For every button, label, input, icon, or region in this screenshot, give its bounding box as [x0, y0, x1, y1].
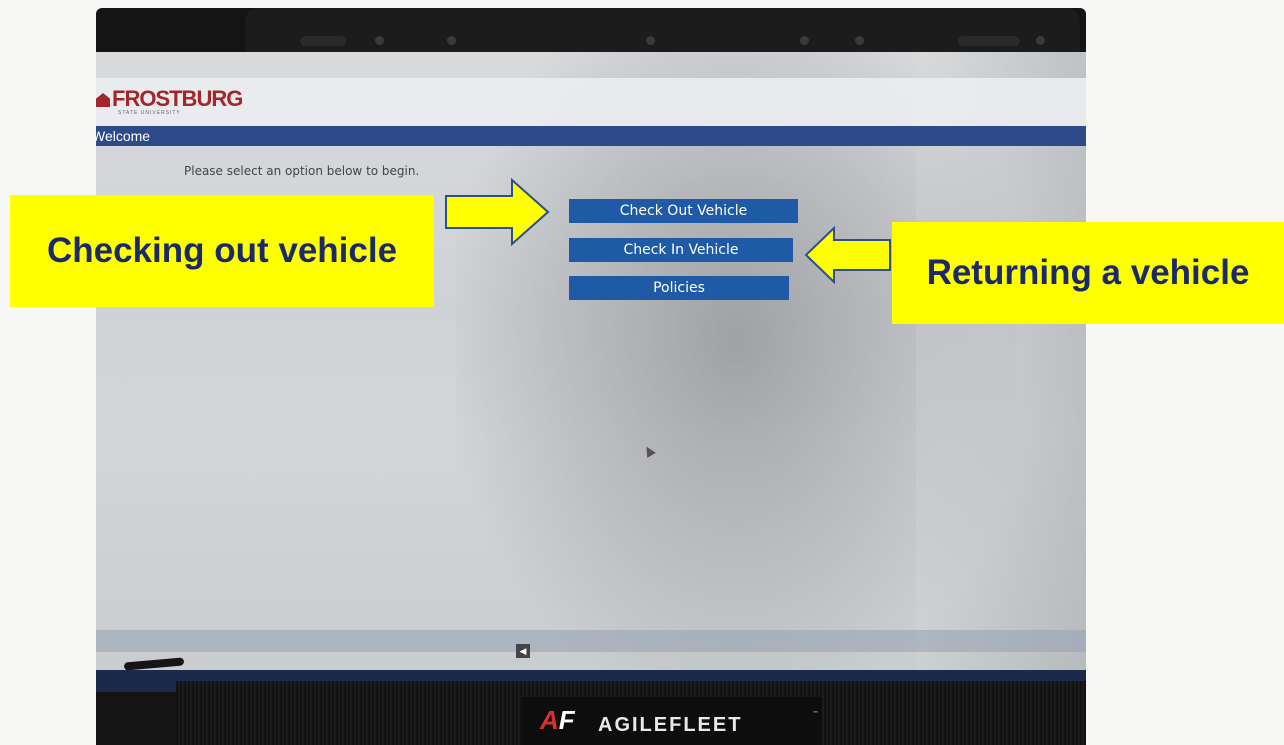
- returning-callout: Returning a vehicle: [892, 222, 1284, 324]
- bezel-screw: [447, 36, 456, 45]
- logo-subtext: STATE UNIVERSITY: [118, 110, 181, 116]
- logo-text: FROSTBURG: [112, 86, 243, 111]
- app-header: [96, 78, 1086, 126]
- bezel-screw: [1036, 36, 1045, 45]
- agilefleet-logo-icon: AAFF: [540, 705, 575, 735]
- welcome-bar: Welcome: [96, 126, 1086, 146]
- screen-reflection: [916, 52, 1086, 692]
- left-arrow-icon: [804, 226, 891, 284]
- check-in-vehicle-button[interactable]: Check In Vehicle: [569, 238, 793, 262]
- logo-flag-icon: [96, 93, 110, 107]
- right-arrow-icon: [445, 178, 550, 246]
- bezel-port: [375, 36, 384, 45]
- bezel-screw: [646, 36, 655, 45]
- bezel-screw: [855, 36, 864, 45]
- policies-button[interactable]: Policies: [569, 276, 789, 300]
- checking-out-callout: Checking out vehicle: [10, 195, 434, 307]
- page-title: Welcome: [96, 128, 151, 144]
- frostburg-logo: FROSTBURG: [96, 86, 243, 112]
- brand-trademark: ™: [812, 710, 819, 718]
- check-out-vehicle-button[interactable]: Check Out Vehicle: [569, 199, 798, 223]
- bezel-slot: [958, 36, 1020, 46]
- monitor-top-bezel: [245, 8, 1080, 52]
- brand-name: AGILEFLEET: [598, 714, 743, 736]
- bezel-slot: [300, 36, 346, 46]
- bottom-nav-bar: [96, 630, 1086, 652]
- instruction-text: Please select an option below to begin.: [184, 164, 420, 178]
- kiosk-screen: FROSTBURG STATE UNIVERSITY Welcome Pleas…: [96, 52, 1086, 692]
- bezel-port: [800, 36, 809, 45]
- back-button[interactable]: ◀: [516, 644, 530, 658]
